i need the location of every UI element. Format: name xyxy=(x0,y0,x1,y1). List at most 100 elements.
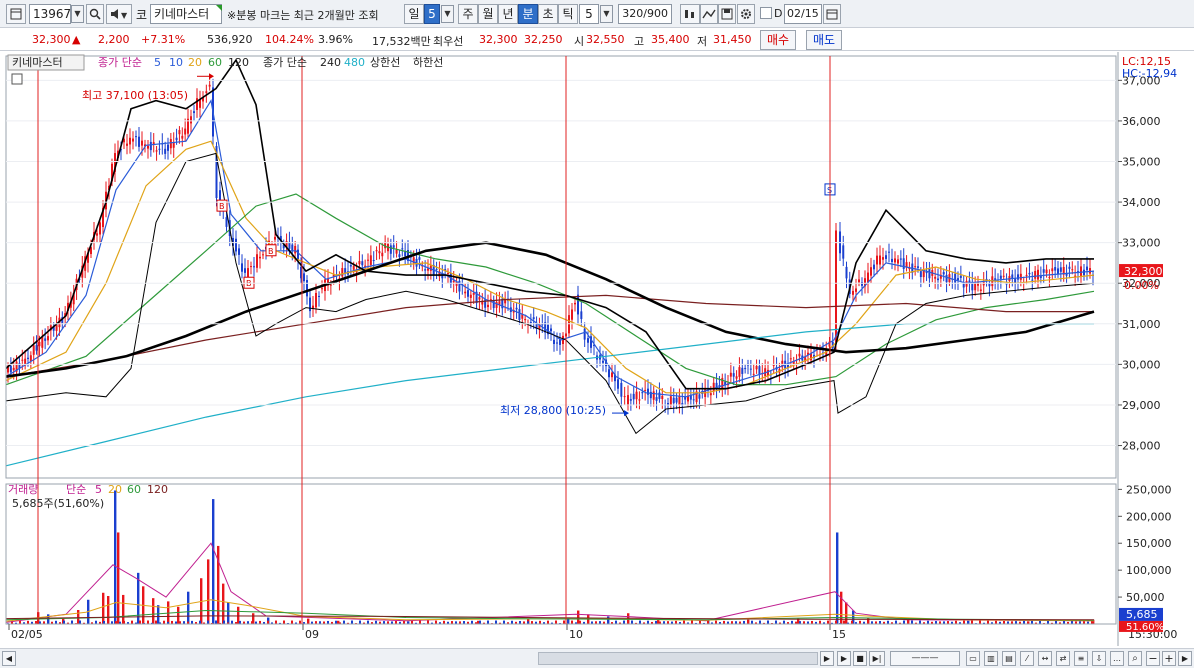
speaker-icon[interactable]: ▼ xyxy=(106,4,132,24)
code-input[interactable]: 139670 xyxy=(29,4,79,24)
candle-body xyxy=(945,274,948,283)
price-tick-label: 35,000 xyxy=(1122,156,1161,169)
bar-view-icon[interactable]: ▤ xyxy=(1002,651,1016,666)
candle-body xyxy=(644,389,647,391)
stock-name-field[interactable]: 키네마스터 xyxy=(150,4,222,24)
line-view-icon[interactable]: ⁄ xyxy=(1020,651,1034,666)
interval-input[interactable]: 5 xyxy=(579,4,599,24)
candle-body xyxy=(12,367,15,371)
stop-icon[interactable]: ■ xyxy=(853,651,867,666)
date-checkbox[interactable] xyxy=(760,7,772,19)
candle-body xyxy=(672,397,675,404)
tab-day[interactable]: 일 xyxy=(404,4,424,24)
sell-button[interactable]: 매도 xyxy=(806,30,842,50)
volume-bar xyxy=(87,620,89,624)
high-marker-label: 최고 37,100 (13:05) xyxy=(82,89,188,102)
candle-body xyxy=(297,249,299,260)
chart-svg[interactable]: BBBS 28,00029,00030,00031,00032,00033,00… xyxy=(0,52,1194,646)
volume-bar xyxy=(547,620,549,624)
candle-body xyxy=(181,135,184,139)
interval-dropdown-icon[interactable]: ▼ xyxy=(600,5,613,23)
compare-icon[interactable]: ≡ xyxy=(1074,651,1088,666)
count-field[interactable]: 320/900 xyxy=(618,4,672,24)
tab-month[interactable]: 월 xyxy=(478,4,498,24)
candle-view-icon[interactable]: ▥ xyxy=(984,651,998,666)
fit-view-icon[interactable]: ⇄ xyxy=(1056,651,1070,666)
drag-view-icon[interactable]: ↔ xyxy=(1038,651,1052,666)
candle-body xyxy=(1048,277,1051,279)
tab-week[interactable]: 주 xyxy=(458,4,478,24)
volume-bar xyxy=(299,620,301,624)
candle-body xyxy=(418,257,421,260)
code-dropdown-icon[interactable]: ▼ xyxy=(71,5,84,23)
scroll-thumb[interactable] xyxy=(538,652,818,665)
zoom-slider[interactable]: ——— xyxy=(890,651,960,666)
price-tick-label: 31,000 xyxy=(1122,318,1161,331)
save-icon[interactable] xyxy=(718,4,736,24)
ma-line-5 xyxy=(5,98,1095,398)
buy-button[interactable]: 매수 xyxy=(760,30,796,50)
candle-body xyxy=(1080,266,1082,276)
volume-bar xyxy=(571,620,573,624)
draw-line-icon[interactable] xyxy=(700,4,718,24)
candle-body xyxy=(38,341,41,347)
export-icon[interactable]: ⇩ xyxy=(1092,651,1106,666)
scroll-left-icon[interactable]: ◀ xyxy=(2,651,16,666)
search-icon[interactable] xyxy=(86,4,104,24)
volume-tick-label: 150,000 xyxy=(1126,537,1172,550)
candle-body xyxy=(208,84,211,87)
tab-year[interactable]: 년 xyxy=(498,4,518,24)
zoom-out-icon[interactable]: − xyxy=(1146,651,1160,666)
volume-bar xyxy=(435,620,437,624)
candle-body xyxy=(529,322,532,324)
candle-body xyxy=(126,143,128,146)
zoom-in-icon[interactable]: + xyxy=(1162,651,1176,666)
tab-minute[interactable]: 분 xyxy=(518,4,538,24)
high-arrow-head xyxy=(209,73,214,80)
legend-ma-label2: 종가 단순 xyxy=(263,56,307,69)
quote-row: 32,300 ▲ 2,200 +7.31% 536,920 104.24% 3.… xyxy=(0,29,1194,51)
date-field[interactable]: 02/15 xyxy=(784,4,822,24)
tab-tick[interactable]: 틱 xyxy=(558,4,578,24)
play-icon[interactable]: ▶ xyxy=(837,651,851,666)
candle-body xyxy=(729,372,732,377)
candle-body xyxy=(999,275,1002,279)
volume-bar xyxy=(107,596,110,624)
chart-area[interactable]: BBBS 28,00029,00030,00031,00032,00033,00… xyxy=(0,52,1194,646)
volume-bar xyxy=(555,620,557,624)
price-legend: 키네마스터 종가 단순 5 10 20 60 120 종가 단순 240 480… xyxy=(7,54,1177,510)
more-icon[interactable]: … xyxy=(1110,651,1124,666)
candle-body xyxy=(378,251,381,254)
candle-body xyxy=(247,268,249,278)
candle-body xyxy=(262,254,264,256)
candle-body xyxy=(375,250,378,252)
candle-body xyxy=(620,382,623,397)
candle-body xyxy=(641,392,644,394)
end-icon[interactable]: ▶| xyxy=(869,651,885,666)
bottom-scrollbar[interactable]: ◀ ▶ ▶ ■ ▶| ——— ▭ ▥ ▤ ⁄ ↔ ⇄ ≡ ⇩ … ⌕ − + ▶ xyxy=(0,648,1194,668)
candle-body xyxy=(250,266,252,268)
volume-bar xyxy=(215,620,217,624)
volume-bar xyxy=(114,490,117,624)
scroll-end-icon[interactable]: ▶ xyxy=(1178,651,1192,666)
period-dropdown-icon[interactable]: ▼ xyxy=(441,5,454,23)
candle-body xyxy=(487,304,489,308)
ma-line-240 xyxy=(5,241,1095,378)
toggle-view-icon[interactable]: ▭ xyxy=(966,651,980,666)
candle-settings-icon[interactable] xyxy=(680,4,700,24)
magnify-icon[interactable]: ⌕ xyxy=(1128,651,1142,666)
volume-bar xyxy=(155,620,157,624)
volume-bar xyxy=(699,620,701,624)
grid-toggle-icon[interactable] xyxy=(11,73,23,85)
candle-body xyxy=(652,391,655,400)
candle-body xyxy=(698,394,701,399)
svg-text:▼: ▼ xyxy=(121,11,128,20)
tab-second[interactable]: 초 xyxy=(538,4,558,24)
gear-icon[interactable] xyxy=(737,4,755,24)
window-icon[interactable] xyxy=(6,4,26,24)
volume-value: 536,920 xyxy=(207,33,253,46)
calendar-icon[interactable] xyxy=(823,4,841,24)
candle-body xyxy=(238,248,240,255)
scroll-right-icon[interactable]: ▶ xyxy=(820,651,834,666)
period-value[interactable]: 5 xyxy=(424,4,440,24)
